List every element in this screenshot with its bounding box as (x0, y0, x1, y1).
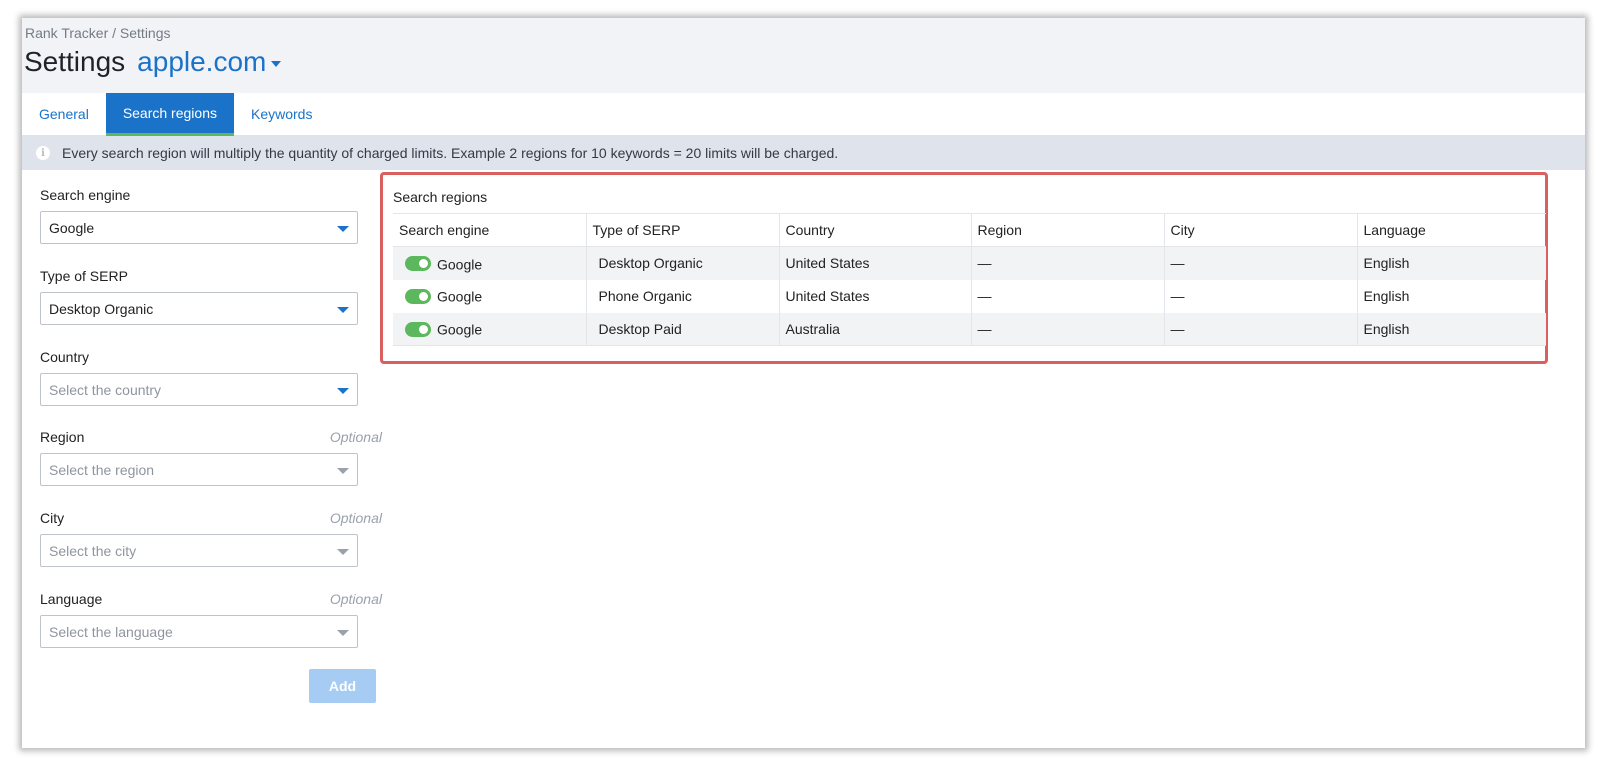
column-header-country: Country (778, 213, 971, 247)
column-header-search-engine: Search engine (399, 222, 490, 238)
chevron-down-icon (337, 630, 349, 636)
project-name[interactable]: apple.com (137, 46, 266, 78)
region-cell: — (970, 246, 1164, 280)
language-optional-hint: Optional (329, 591, 382, 607)
engine-name: Google (437, 255, 483, 272)
serp-type-select[interactable]: Desktop Organic (40, 292, 358, 325)
serp-cell: Desktop Organic (585, 246, 779, 280)
city-select[interactable]: Select the city (40, 534, 358, 567)
table-header-row: Search engine Type of SERP Country Regio… (393, 213, 1546, 247)
tab-keywords[interactable]: Keywords (234, 93, 329, 136)
tab-general[interactable]: General (22, 93, 106, 136)
enabled-toggle[interactable] (405, 321, 431, 337)
page-title: Settings (24, 46, 126, 77)
app-window: Rank Tracker / Settings Settings apple.c… (22, 18, 1585, 748)
language-cell: English (1356, 279, 1546, 313)
enabled-toggle[interactable] (405, 256, 431, 272)
column-header-language: Language (1356, 213, 1546, 247)
chevron-down-icon (337, 307, 349, 313)
engine-cell: Google (393, 313, 586, 346)
city-label: City (40, 510, 65, 526)
chevron-down-icon (337, 549, 349, 555)
page-header: Rank Tracker / Settings Settings apple.c… (22, 18, 1585, 93)
city-cell: — (1163, 279, 1357, 313)
tab-bar: General Search regions Keywords (22, 93, 1585, 136)
add-button[interactable]: Add (309, 669, 376, 703)
info-text: Every search region will multiply the qu… (62, 145, 839, 161)
info-banner: i Every search region will multiply the … (22, 136, 1585, 170)
city-optional-hint: Optional (329, 510, 382, 526)
column-header-serp-type: Type of SERP (585, 213, 779, 247)
serp-cell: Desktop Paid (585, 312, 779, 346)
table-row: Google Phone Organic United States — — E… (393, 279, 1546, 313)
chevron-down-icon (337, 388, 349, 394)
search-engine-select[interactable]: Google (40, 211, 358, 244)
search-regions-title: Search regions (393, 189, 488, 205)
language-cell: English (1356, 312, 1546, 346)
info-icon: i (36, 146, 50, 160)
language-cell: English (1356, 246, 1546, 280)
project-switcher[interactable]: apple.com (137, 46, 282, 78)
table-row: Google Desktop Organic United States — —… (393, 246, 1546, 280)
serp-type-value: Desktop Organic (49, 301, 154, 317)
city-cell: — (1163, 246, 1357, 280)
engine-name: Google (437, 321, 483, 338)
chevron-down-icon (337, 226, 349, 232)
search-regions-panel: Search regions Search engine Type of SER… (380, 172, 1548, 364)
table-row: Google Desktop Paid Australia — — Englis… (393, 312, 1546, 346)
language-select[interactable]: Select the language (40, 615, 358, 648)
serp-type-label: Type of SERP (40, 268, 128, 284)
city-placeholder: Select the city (49, 543, 137, 559)
caret-down-icon[interactable] (271, 61, 282, 67)
country-select[interactable]: Select the country (40, 373, 358, 406)
country-placeholder: Select the country (49, 382, 162, 398)
region-select[interactable]: Select the region (40, 453, 358, 486)
country-cell: United States (778, 279, 971, 313)
region-label: Region (40, 429, 85, 445)
search-regions-table: Search engine Type of SERP Country Regio… (393, 213, 1546, 346)
chevron-down-icon (337, 468, 349, 474)
title-row: Settings apple.com (24, 46, 282, 78)
tab-search-regions[interactable]: Search regions (105, 93, 234, 136)
search-engine-value: Google (49, 220, 95, 236)
language-placeholder: Select the language (49, 624, 173, 640)
country-label: Country (40, 349, 90, 365)
serp-cell: Phone Organic (585, 279, 779, 313)
region-cell: — (970, 279, 1164, 313)
enabled-toggle[interactable] (405, 289, 431, 305)
region-optional-hint: Optional (329, 429, 382, 445)
column-header-city: City (1163, 213, 1357, 247)
search-engine-label: Search engine (40, 187, 131, 203)
city-cell: — (1163, 312, 1357, 346)
country-cell: Australia (778, 312, 971, 346)
country-cell: United States (778, 246, 971, 280)
breadcrumb[interactable]: Rank Tracker / Settings (25, 25, 171, 41)
engine-name: Google (437, 288, 483, 305)
engine-cell: Google (393, 247, 586, 280)
region-cell: — (970, 312, 1164, 346)
column-header-region: Region (970, 213, 1164, 247)
engine-cell: Google (393, 280, 586, 313)
region-placeholder: Select the region (49, 462, 155, 478)
language-label: Language (40, 591, 103, 607)
